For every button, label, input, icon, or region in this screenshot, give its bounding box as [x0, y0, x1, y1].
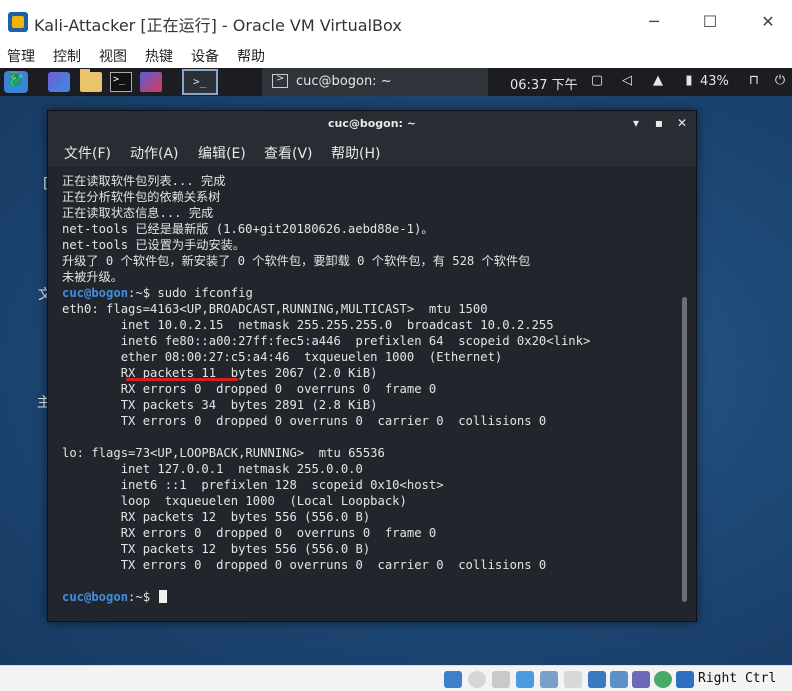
- terminal-menu-actions[interactable]: 动作(A): [130, 143, 179, 163]
- terminal-title: cuc@bogon: ~: [327, 117, 416, 130]
- terminal-menu-view[interactable]: 查看(V): [264, 143, 313, 163]
- taskbar-terminal-button[interactable]: cuc@bogon: ~: [262, 68, 488, 96]
- minimize-button[interactable]: ─: [636, 8, 672, 36]
- terminal-output-line: lo: flags=73<UP,LOOPBACK,RUNNING> mtu 65…: [62, 446, 385, 460]
- taskbar-terminal-label: cuc@bogon: ~: [296, 74, 392, 89]
- terminal-prompt-line: cuc@bogon:~$ sudo ifconfig: [62, 285, 677, 301]
- workspace-switcher[interactable]: [182, 69, 218, 95]
- maximize-button[interactable]: ☐: [692, 8, 728, 36]
- command-text: sudo ifconfig: [157, 286, 253, 300]
- terminal-output-line: RX errors 0 dropped 0 overruns 0 frame 0: [62, 382, 437, 396]
- virtualbox-titlebar: Kali-Attacker [正在运行] - Oracle VM Virtual…: [0, 0, 792, 44]
- terminal-output-line: TX packets 12 bytes 556 (556.0 B): [62, 542, 371, 556]
- terminal-output-line: inet6 ::1 prefixlen 128 scopeid 0x10<hos…: [62, 478, 444, 492]
- screen-recorder-icon[interactable]: [140, 72, 162, 92]
- shared-folder-icon[interactable]: [564, 671, 582, 688]
- prompt-user-host: cuc@bogon: [62, 590, 129, 604]
- terminal-output-line: 正在读取软件包列表... 完成: [62, 174, 226, 188]
- terminal-output-line: 未被升级。: [62, 270, 123, 284]
- terminal-icon: [272, 73, 288, 88]
- recording-icon[interactable]: [610, 671, 628, 688]
- terminal-output-line: 正在读取状态信息... 完成: [62, 206, 214, 220]
- terminal-minimize-button[interactable]: ▾: [628, 115, 644, 131]
- terminal-output-line: inet 127.0.0.1 netmask 255.0.0.0: [62, 462, 363, 476]
- guest-screen[interactable]: [ 文 主文件夹 cuc@bogon: ~ 06:37 下午 ▢ ◁ ▲ ▮ 4…: [0, 68, 792, 665]
- host-key-label: Right Ctrl: [698, 671, 777, 686]
- bell-icon[interactable]: ▲: [650, 73, 666, 89]
- panel-clock[interactable]: 06:37 下午: [510, 74, 578, 93]
- kali-top-panel: cuc@bogon: ~ 06:37 下午 ▢ ◁ ▲ ▮ 43% ⊓ ⏻: [0, 68, 792, 96]
- terminal-output-line: RX packets 12 bytes 556 (556.0 B): [62, 510, 371, 524]
- menu-hotkeys[interactable]: 热键: [145, 46, 173, 66]
- window-title: Kali-Attacker [正在运行] - Oracle VM Virtual…: [34, 16, 402, 35]
- audio-icon[interactable]: [492, 671, 510, 688]
- battery-icon[interactable]: ▮: [681, 73, 697, 89]
- kali-menu-icon[interactable]: [4, 71, 28, 93]
- file-manager-icon[interactable]: [80, 69, 102, 92]
- terminal-menu-edit[interactable]: 编辑(E): [198, 143, 246, 163]
- terminal-output-line: inet6 fe80::a00:27ff:fec5:a446 prefixlen…: [62, 334, 591, 348]
- terminal-output-line: ether 08:00:27:c5:a4:46 txqueuelen 1000 …: [62, 350, 503, 364]
- terminal-output-line: 正在分析软件包的依赖关系树: [62, 190, 221, 204]
- keyboard-capture-icon[interactable]: [676, 671, 694, 688]
- terminal-output-line: net-tools 已设置为手动安装。: [62, 238, 246, 252]
- menu-control[interactable]: 控制: [53, 46, 81, 66]
- text-cursor[interactable]: [159, 590, 168, 603]
- usb-icon[interactable]: [540, 671, 558, 688]
- terminal-titlebar[interactable]: cuc@bogon: ~ ▾ ▪ ✕: [48, 111, 696, 137]
- terminal-maximize-button[interactable]: ▪: [651, 115, 667, 131]
- close-button[interactable]: ✕: [750, 8, 786, 36]
- annotation-underline: [126, 378, 238, 381]
- network-icon[interactable]: [516, 671, 534, 688]
- terminal-prompt-line: cuc@bogon:~$: [62, 589, 677, 605]
- virtualbox-app-icon: [8, 12, 28, 32]
- menu-view[interactable]: 视图: [99, 46, 127, 66]
- prompt-path: :~$: [128, 590, 158, 604]
- menu-manage[interactable]: 管理: [7, 46, 35, 66]
- terminal-output-line: 升级了 0 个软件包，新安装了 0 个软件包，要卸载 0 个软件包，有 528 …: [62, 254, 531, 268]
- terminal-scrollbar[interactable]: [682, 297, 687, 602]
- terminal-output-line: net-tools 已经是最新版 (1.60+git20180626.aebd8…: [62, 222, 434, 236]
- terminal-close-button[interactable]: ✕: [674, 115, 690, 131]
- terminal-output-line: TX errors 0 dropped 0 overruns 0 carrier…: [62, 558, 547, 572]
- terminal-menubar: 文件(F) 动作(A) 编辑(E) 查看(V) 帮助(H): [48, 137, 696, 167]
- terminal-launcher-icon[interactable]: [110, 72, 132, 92]
- notification-square-icon[interactable]: ▢: [589, 73, 605, 89]
- optical-drive-icon[interactable]: [468, 671, 486, 688]
- terminal-output-line: eth0: flags=4163<UP,BROADCAST,RUNNING,MU…: [62, 302, 488, 316]
- menu-help[interactable]: 帮助: [237, 46, 265, 66]
- terminal-output-line: TX packets 34 bytes 2891 (2.8 KiB): [62, 398, 378, 412]
- mouse-integration-icon[interactable]: [654, 671, 672, 688]
- terminal-output-line: inet 10.0.2.15 netmask 255.255.255.0 bro…: [62, 318, 554, 332]
- volume-icon[interactable]: ◁: [619, 73, 635, 89]
- hard-disk-icon[interactable]: [444, 671, 462, 688]
- virtualbox-menubar: 管理 控制 视图 热键 设备 帮助: [0, 44, 792, 68]
- prompt-path: :~$: [128, 286, 158, 300]
- terminal-window[interactable]: cuc@bogon: ~ ▾ ▪ ✕ 文件(F) 动作(A) 编辑(E) 查看(…: [47, 110, 697, 622]
- terminal-output-line: loop txqueuelen 1000 (Local Loopback): [62, 494, 407, 508]
- menu-devices[interactable]: 设备: [191, 46, 219, 66]
- cpu-icon[interactable]: [632, 671, 650, 688]
- terminal-output[interactable]: 正在读取软件包列表... 完成 正在分析软件包的依赖关系树 正在读取状态信息... …: [62, 173, 677, 613]
- lock-icon[interactable]: ⊓: [746, 73, 762, 89]
- power-icon[interactable]: ⏻: [772, 73, 788, 89]
- terminal-output-line: RX errors 0 dropped 0 overruns 0 frame 0: [62, 526, 437, 540]
- virtualbox-statusbar: Right Ctrl: [0, 665, 792, 691]
- show-desktop-icon[interactable]: [48, 72, 70, 92]
- terminal-menu-file[interactable]: 文件(F): [64, 143, 111, 163]
- terminal-menu-help[interactable]: 帮助(H): [331, 143, 380, 163]
- display-icon[interactable]: [588, 671, 606, 688]
- battery-percentage: 43%: [700, 74, 729, 89]
- terminal-output-line: TX errors 0 dropped 0 overruns 0 carrier…: [62, 414, 547, 428]
- prompt-user-host: cuc@bogon: [62, 286, 129, 300]
